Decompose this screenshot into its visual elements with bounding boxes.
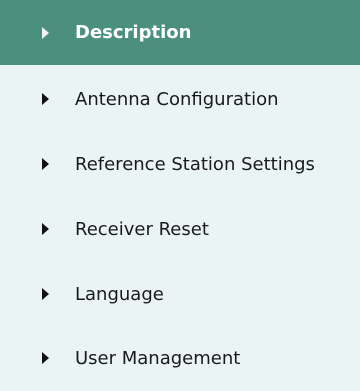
- menu-item-language[interactable]: Language: [0, 261, 360, 327]
- triangle-right-icon: [42, 26, 49, 39]
- menu-item-antenna-configuration[interactable]: Antenna Configuration: [0, 66, 360, 132]
- settings-menu: Description Antenna Configuration Refere…: [0, 0, 360, 391]
- triangle-right-icon: [42, 223, 49, 235]
- menu-item-label: Receiver Reset: [75, 218, 209, 240]
- menu-item-label: Description: [75, 22, 192, 43]
- triangle-right-icon: [42, 288, 49, 300]
- menu-item-label: Antenna Configuration: [75, 88, 279, 110]
- menu-item-receiver-reset[interactable]: Receiver Reset: [0, 196, 360, 262]
- menu-item-label: Language: [75, 283, 164, 305]
- menu-item-description[interactable]: Description: [0, 0, 360, 65]
- menu-item-user-management[interactable]: User Management: [0, 325, 360, 391]
- triangle-right-icon: [42, 158, 49, 170]
- triangle-right-icon: [42, 93, 49, 105]
- menu-item-reference-station-settings[interactable]: Reference Station Settings: [0, 131, 360, 197]
- menu-item-label: User Management: [75, 347, 241, 369]
- menu-item-label: Reference Station Settings: [75, 153, 315, 175]
- triangle-right-icon: [42, 352, 49, 364]
